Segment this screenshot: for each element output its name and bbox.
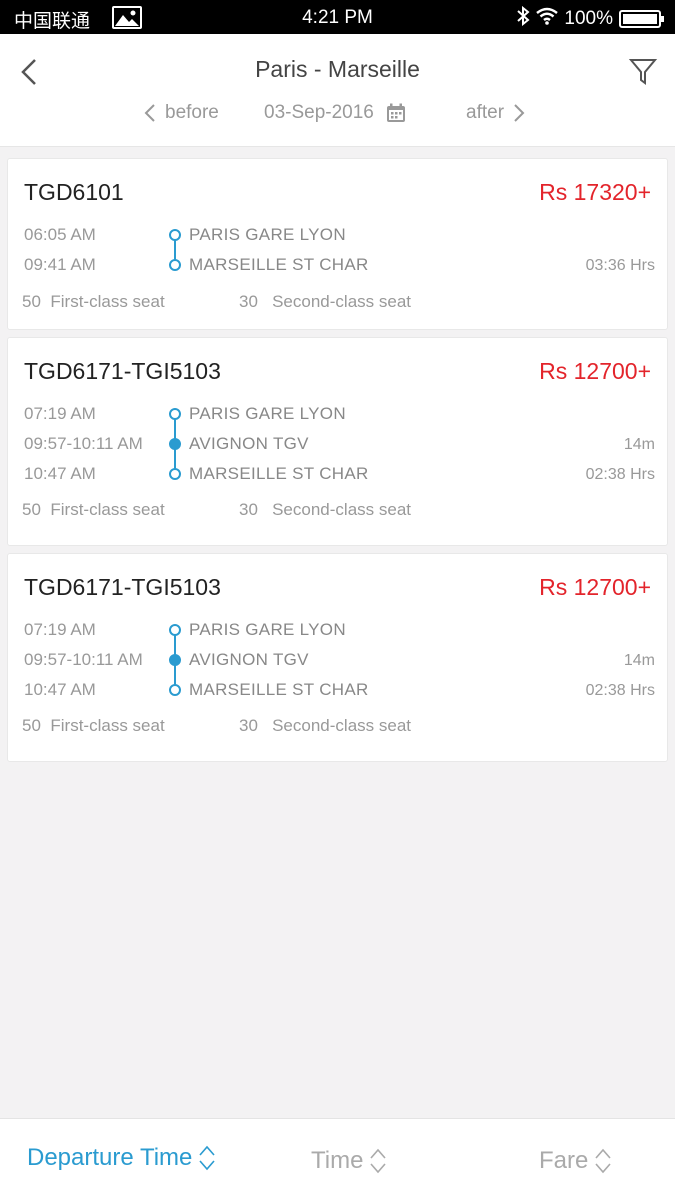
stop-row: 09:57-10:11 AM AVIGNON TGV 14m <box>8 646 669 676</box>
second-class-seats: 30 Second-class seat <box>239 292 411 311</box>
train-card[interactable]: TGD6171-TGI5103 Rs 12700+ 07:19 AM PARIS… <box>7 337 668 546</box>
stop-time: 10:47 AM <box>24 464 96 483</box>
stop-row: 09:41 AM MARSEILLE ST CHAR 03:36 Hrs <box>8 251 669 281</box>
stop-time: 07:19 AM <box>24 620 96 639</box>
battery-icon <box>619 10 664 28</box>
stop-marker <box>169 259 181 271</box>
train-card[interactable]: TGD6101 Rs 17320+ 06:05 AM PARIS GARE LY… <box>7 158 668 330</box>
stop-station: AVIGNON TGV <box>189 434 309 453</box>
stop-time: 09:57-10:11 AM <box>24 434 143 453</box>
stop-marker <box>169 624 181 636</box>
calendar-icon <box>386 103 405 122</box>
stop-row: 10:47 AM MARSEILLE ST CHAR 02:38 Hrs <box>8 676 669 706</box>
stop-row: 07:19 AM PARIS GARE LYON <box>8 616 669 646</box>
transfer-wait: 14m <box>623 436 655 453</box>
stop-station: MARSEILLE ST CHAR <box>189 680 369 699</box>
stop-marker <box>169 468 181 480</box>
stop-row: 09:57-10:11 AM AVIGNON TGV 14m <box>8 430 669 460</box>
train-code: TGD6171-TGI5103 <box>24 358 221 384</box>
sort-updown-icon <box>595 1148 611 1174</box>
train-code: TGD6171-TGI5103 <box>24 574 221 600</box>
sort-bar: Departure Time Time Fare <box>0 1118 675 1200</box>
date-selector[interactable]: 03-Sep-2016 <box>264 102 406 124</box>
sort-departure-time-button[interactable]: Departure Time <box>27 1143 216 1173</box>
chevron-right-icon <box>514 104 525 122</box>
transfer-marker <box>169 654 181 666</box>
train-card[interactable]: TGD6171-TGI5103 Rs 12700+ 07:19 AM PARIS… <box>7 553 668 762</box>
stop-station: MARSEILLE ST CHAR <box>189 255 369 274</box>
stop-time: 09:57-10:11 AM <box>24 650 143 669</box>
battery-percent: 100% <box>564 8 613 29</box>
page-title: Paris - Marseille <box>255 56 420 82</box>
stop-time: 07:19 AM <box>24 404 96 423</box>
second-class-seats: 30 Second-class seat <box>239 500 411 519</box>
stop-station: PARIS GARE LYON <box>189 620 346 639</box>
trip-duration: 02:38 Hrs <box>585 466 655 483</box>
transfer-wait: 14m <box>623 652 655 669</box>
stop-row: 06:05 AM PARIS GARE LYON <box>8 221 669 251</box>
train-code: TGD6101 <box>24 179 124 205</box>
before-label: before <box>165 102 219 123</box>
stop-station: PARIS GARE LYON <box>189 404 346 423</box>
stop-marker <box>169 684 181 696</box>
after-label: after <box>466 102 505 123</box>
date-navigator: before 03-Sep-2016 after <box>0 102 675 130</box>
second-class-seats: 30 Second-class seat <box>239 716 411 735</box>
train-price: Rs 12700+ <box>539 574 651 600</box>
wifi-icon <box>536 7 559 31</box>
first-class-seats: 50 First-class seat <box>22 500 165 519</box>
stop-station: AVIGNON TGV <box>189 650 309 669</box>
first-class-seats: 50 First-class seat <box>22 716 165 735</box>
next-day-button[interactable]: after <box>466 102 526 124</box>
stop-station: PARIS GARE LYON <box>189 225 346 244</box>
stop-time: 09:41 AM <box>24 255 96 274</box>
trip-duration: 03:36 Hrs <box>585 257 655 274</box>
status-bar: 中国联通 4:21 PM 100% <box>0 0 675 34</box>
sort-fare-label: Fare <box>539 1147 589 1174</box>
stop-marker <box>169 408 181 420</box>
trip-duration: 02:38 Hrs <box>585 682 655 699</box>
stop-station: MARSEILLE ST CHAR <box>189 464 369 483</box>
stop-time: 06:05 AM <box>24 225 96 244</box>
app-header: Paris - Marseille before 03-Sep-2016 aft… <box>0 34 675 147</box>
sort-time-button[interactable]: Time <box>311 1146 387 1176</box>
stop-row: 07:19 AM PARIS GARE LYON <box>8 400 669 430</box>
train-price: Rs 17320+ <box>539 179 651 205</box>
sort-departure-label: Departure Time <box>27 1144 193 1171</box>
filter-button[interactable] <box>625 54 661 90</box>
transfer-marker <box>169 438 181 450</box>
first-class-seats: 50 First-class seat <box>22 292 165 311</box>
sort-fare-button[interactable]: Fare <box>539 1146 612 1176</box>
stop-marker <box>169 229 181 241</box>
filter-icon <box>628 59 658 85</box>
selected-date: 03-Sep-2016 <box>264 102 374 123</box>
sort-updown-icon <box>199 1145 216 1171</box>
sort-updown-icon <box>370 1148 387 1174</box>
stop-row: 10:47 AM MARSEILLE ST CHAR 02:38 Hrs <box>8 460 669 490</box>
previous-day-button[interactable]: before <box>143 102 219 124</box>
sort-time-label: Time <box>311 1147 364 1174</box>
stop-time: 10:47 AM <box>24 680 96 699</box>
bluetooth-icon <box>516 5 530 32</box>
train-price: Rs 12700+ <box>539 358 651 384</box>
chevron-left-icon <box>144 104 155 122</box>
